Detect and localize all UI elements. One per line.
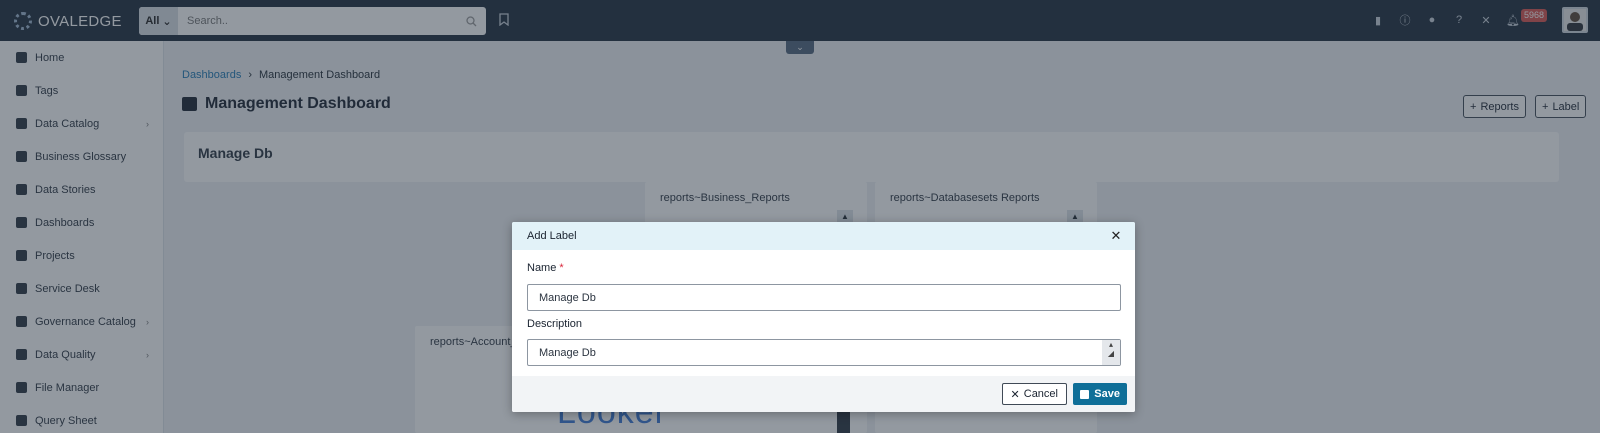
description-label-text: Description <box>527 318 583 330</box>
save-button[interactable]: Save <box>1073 383 1127 405</box>
name-field-value: Manage Db <box>539 291 596 304</box>
name-field[interactable]: Manage Db <box>527 284 1121 311</box>
name-label-text: Name <box>527 262 557 274</box>
dialog-footer: ✕ Cancel Save <box>512 376 1135 412</box>
add-label-dialog: Add Label ✕ Name * Manage Db Description… <box>512 222 1135 412</box>
save-icon <box>1080 389 1090 399</box>
cancel-button[interactable]: ✕ Cancel <box>1001 383 1067 405</box>
description-field-label: Description <box>527 318 582 330</box>
description-textarea[interactable]: Manage Db ▴ ◢ <box>527 339 1121 366</box>
close-icon: ✕ <box>1010 388 1020 401</box>
description-field-value: Manage Db <box>539 346 596 359</box>
cancel-label: Cancel <box>1023 388 1058 400</box>
save-label: Save <box>1094 388 1120 400</box>
close-icon[interactable]: ✕ <box>1109 229 1123 243</box>
dialog-header: Add Label ✕ <box>512 222 1135 250</box>
name-field-label: Name * <box>527 262 564 274</box>
resize-handle-icon[interactable]: ▴ ◢ <box>1102 340 1120 365</box>
required-marker: * <box>559 262 564 274</box>
dialog-title: Add Label <box>527 230 577 242</box>
